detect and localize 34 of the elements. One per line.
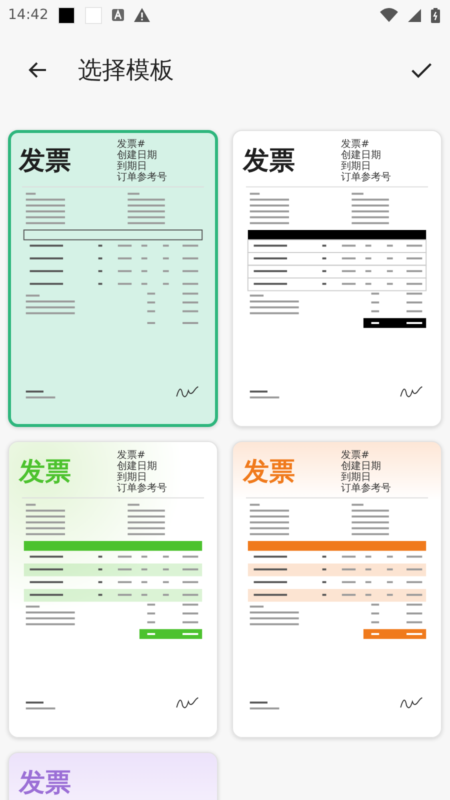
invoice-title: 发票 <box>19 145 71 178</box>
invoice-field-label: 到期日 <box>341 161 371 172</box>
invoice-field-label: 到期日 <box>117 161 147 172</box>
invoice-field-label: 订单参考号 <box>117 172 167 183</box>
invoice-field-label: 创建日期 <box>341 150 382 161</box>
invoice-field-label: 订单参考号 <box>117 483 167 494</box>
invoice-title: 发票 <box>19 767 71 800</box>
template-card[interactable]: 发票 发票# 创建日期 到期日 订单参考号 <box>232 441 442 738</box>
invoice-field-label: 订单参考号 <box>341 483 391 494</box>
wifi-icon <box>380 8 398 22</box>
signal-icon <box>408 8 421 22</box>
status-time: 14:42 <box>8 7 48 23</box>
notification-icon <box>85 6 102 24</box>
invoice-field-label: 到期日 <box>117 472 147 483</box>
template-card[interactable]: 发票 发票# 创建日期 到期日 订单参考号 <box>8 130 218 427</box>
page-title: 选择模板 <box>78 55 175 86</box>
battery-icon <box>431 8 440 22</box>
invoice-field-label: 发票# <box>341 450 370 461</box>
invoice-field-label: 创建日期 <box>341 461 382 472</box>
invoice-field-label: 发票# <box>117 450 146 461</box>
invoice-field-label: 订单参考号 <box>341 172 391 183</box>
invoice-title: 发票 <box>19 456 71 489</box>
warning-icon <box>134 8 150 22</box>
invoice-field-label: 发票# <box>117 139 146 150</box>
invoice-field-label: 到期日 <box>341 472 371 483</box>
template-card[interactable]: 发票 发票# 创建日期 到期日 订单参考号 <box>232 130 442 427</box>
template-card[interactable]: 发票 发票# 创建日期 到期日 订单参考号 <box>8 441 218 738</box>
app-notification-icon <box>112 9 124 21</box>
invoice-field-label: 创建日期 <box>117 461 158 472</box>
invoice-title: 发票 <box>243 145 295 178</box>
notification-icon <box>58 6 76 24</box>
invoice-title: 发票 <box>243 456 295 489</box>
invoice-field-label: 发票# <box>341 139 370 150</box>
invoice-field-label: 创建日期 <box>117 150 158 161</box>
